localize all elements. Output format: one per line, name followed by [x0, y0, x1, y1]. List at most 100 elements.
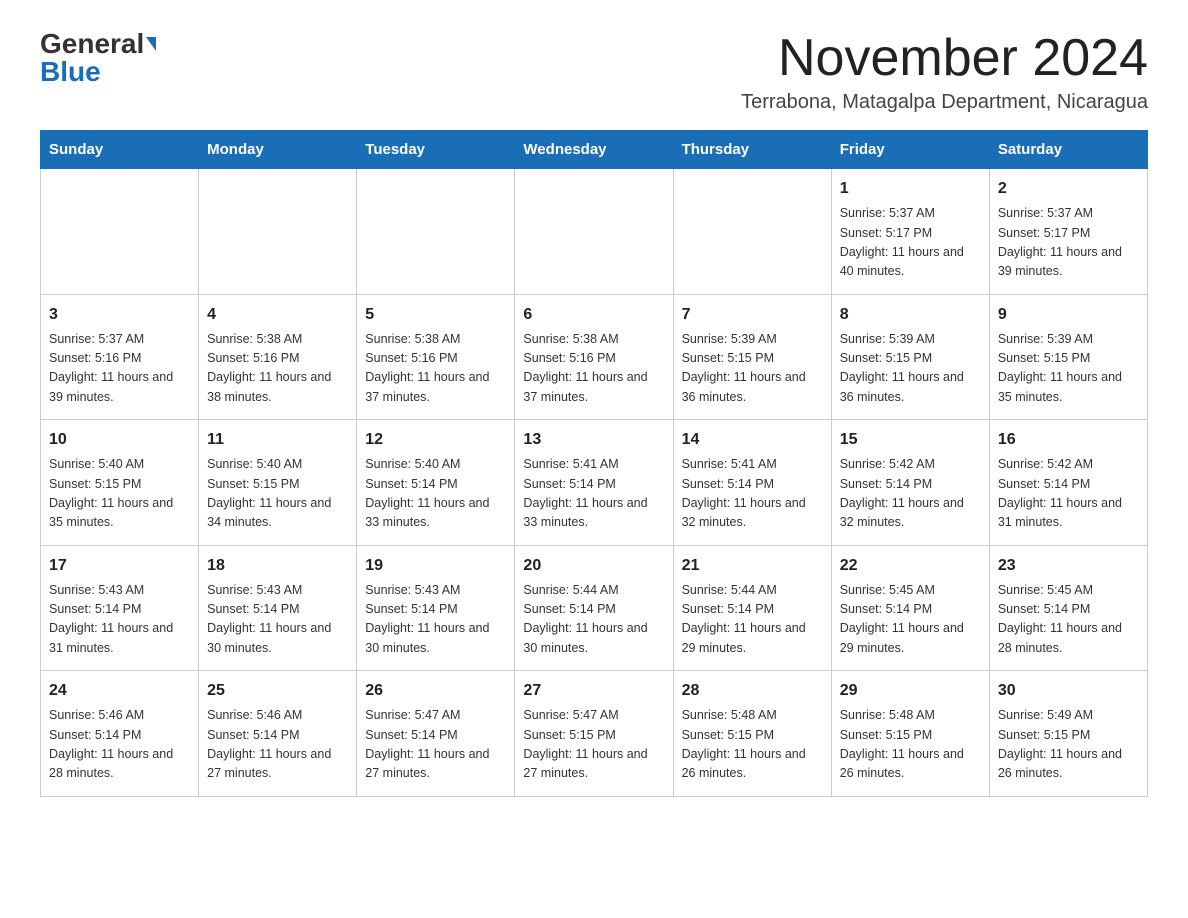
- calendar-cell: 22 Sunrise: 5:45 AMSunset: 5:14 PMDayligh…: [831, 545, 989, 671]
- day-info: Sunrise: 5:38 AMSunset: 5:16 PMDaylight:…: [365, 330, 506, 408]
- day-info: Sunrise: 5:40 AMSunset: 5:15 PMDaylight:…: [207, 455, 348, 533]
- day-number: 15: [840, 428, 981, 452]
- weekday-header-friday: Friday: [831, 131, 989, 169]
- day-number: 17: [49, 554, 190, 578]
- calendar-cell: 27 Sunrise: 5:47 AMSunset: 5:15 PMDayligh…: [515, 671, 673, 797]
- calendar-cell: 4 Sunrise: 5:38 AMSunset: 5:16 PMDaylight…: [199, 294, 357, 420]
- calendar-cell: 21 Sunrise: 5:44 AMSunset: 5:14 PMDayligh…: [673, 545, 831, 671]
- day-info: Sunrise: 5:44 AMSunset: 5:14 PMDaylight:…: [682, 581, 823, 659]
- day-info: Sunrise: 5:42 AMSunset: 5:14 PMDaylight:…: [840, 455, 981, 533]
- calendar-cell: 20 Sunrise: 5:44 AMSunset: 5:14 PMDayligh…: [515, 545, 673, 671]
- calendar-cell: 26Sunrise: 5:47 AMSunset: 5:14 PMDayligh…: [357, 671, 515, 797]
- location-subtitle: Terrabona, Matagalpa Department, Nicarag…: [741, 91, 1148, 114]
- calendar-body: 1 Sunrise: 5:37 AMSunset: 5:17 PMDaylight…: [41, 169, 1148, 797]
- day-info: Sunrise: 5:46 AMSunset: 5:14 PMDaylight:…: [207, 706, 348, 784]
- day-info: Sunrise: 5:49 AMSunset: 5:15 PMDaylight:…: [998, 706, 1139, 784]
- day-number: 4: [207, 303, 348, 327]
- calendar-cell: 1 Sunrise: 5:37 AMSunset: 5:17 PMDaylight…: [831, 169, 989, 295]
- calendar-cell: 15 Sunrise: 5:42 AMSunset: 5:14 PMDayligh…: [831, 420, 989, 546]
- day-number: 22: [840, 554, 981, 578]
- logo-general: General: [40, 30, 144, 58]
- calendar-cell: 2Sunrise: 5:37 AMSunset: 5:17 PMDaylight…: [989, 169, 1147, 295]
- calendar-cell: 13 Sunrise: 5:41 AMSunset: 5:14 PMDayligh…: [515, 420, 673, 546]
- calendar-cell: 16 Sunrise: 5:42 AMSunset: 5:14 PMDayligh…: [989, 420, 1147, 546]
- day-info: Sunrise: 5:47 AMSunset: 5:15 PMDaylight:…: [523, 706, 664, 784]
- day-info: Sunrise: 5:42 AMSunset: 5:14 PMDaylight:…: [998, 455, 1139, 533]
- calendar-week-row: 3Sunrise: 5:37 AMSunset: 5:16 PMDaylight…: [41, 294, 1148, 420]
- weekday-header-saturday: Saturday: [989, 131, 1147, 169]
- weekday-header-thursday: Thursday: [673, 131, 831, 169]
- calendar-cell: 23Sunrise: 5:45 AMSunset: 5:14 PMDayligh…: [989, 545, 1147, 671]
- day-info: Sunrise: 5:41 AMSunset: 5:14 PMDaylight:…: [682, 455, 823, 533]
- day-info: Sunrise: 5:43 AMSunset: 5:14 PMDaylight:…: [365, 581, 506, 659]
- calendar-cell: 17 Sunrise: 5:43 AMSunset: 5:14 PMDayligh…: [41, 545, 199, 671]
- day-number: 13: [523, 428, 664, 452]
- day-number: 6: [523, 303, 664, 327]
- day-number: 26: [365, 679, 506, 703]
- calendar-cell: [357, 169, 515, 295]
- day-info: Sunrise: 5:37 AMSunset: 5:17 PMDaylight:…: [998, 204, 1139, 282]
- day-number: 16: [998, 428, 1139, 452]
- day-number: 5: [365, 303, 506, 327]
- day-number: 8: [840, 303, 981, 327]
- day-number: 1: [840, 177, 981, 201]
- calendar-cell: 6 Sunrise: 5:38 AMSunset: 5:16 PMDaylight…: [515, 294, 673, 420]
- day-info: Sunrise: 5:40 AMSunset: 5:14 PMDaylight:…: [365, 455, 506, 533]
- day-info: Sunrise: 5:37 AMSunset: 5:17 PMDaylight:…: [840, 204, 981, 282]
- day-number: 18: [207, 554, 348, 578]
- day-info: Sunrise: 5:39 AMSunset: 5:15 PMDaylight:…: [998, 330, 1139, 408]
- day-number: 27: [523, 679, 664, 703]
- calendar-cell: 19Sunrise: 5:43 AMSunset: 5:14 PMDayligh…: [357, 545, 515, 671]
- weekday-header-tuesday: Tuesday: [357, 131, 515, 169]
- calendar-cell: 8 Sunrise: 5:39 AMSunset: 5:15 PMDaylight…: [831, 294, 989, 420]
- calendar-cell: 18 Sunrise: 5:43 AMSunset: 5:14 PMDayligh…: [199, 545, 357, 671]
- day-info: Sunrise: 5:40 AMSunset: 5:15 PMDaylight:…: [49, 455, 190, 533]
- day-number: 20: [523, 554, 664, 578]
- calendar-cell: 24Sunrise: 5:46 AMSunset: 5:14 PMDayligh…: [41, 671, 199, 797]
- calendar-table: SundayMondayTuesdayWednesdayThursdayFrid…: [40, 130, 1148, 797]
- day-info: Sunrise: 5:46 AMSunset: 5:14 PMDaylight:…: [49, 706, 190, 784]
- day-number: 11: [207, 428, 348, 452]
- day-number: 7: [682, 303, 823, 327]
- weekday-header-wednesday: Wednesday: [515, 131, 673, 169]
- day-info: Sunrise: 5:39 AMSunset: 5:15 PMDaylight:…: [682, 330, 823, 408]
- month-year-title: November 2024: [741, 30, 1148, 87]
- calendar-cell: 12 Sunrise: 5:40 AMSunset: 5:14 PMDayligh…: [357, 420, 515, 546]
- calendar-cell: 30Sunrise: 5:49 AMSunset: 5:15 PMDayligh…: [989, 671, 1147, 797]
- weekday-header-monday: Monday: [199, 131, 357, 169]
- logo-blue: Blue: [40, 56, 101, 87]
- calendar-week-row: 24Sunrise: 5:46 AMSunset: 5:14 PMDayligh…: [41, 671, 1148, 797]
- calendar-cell: 5 Sunrise: 5:38 AMSunset: 5:16 PMDaylight…: [357, 294, 515, 420]
- calendar-cell: 10 Sunrise: 5:40 AMSunset: 5:15 PMDayligh…: [41, 420, 199, 546]
- calendar-cell: 29Sunrise: 5:48 AMSunset: 5:15 PMDayligh…: [831, 671, 989, 797]
- day-info: Sunrise: 5:38 AMSunset: 5:16 PMDaylight:…: [207, 330, 348, 408]
- day-info: Sunrise: 5:43 AMSunset: 5:14 PMDaylight:…: [207, 581, 348, 659]
- day-number: 9: [998, 303, 1139, 327]
- calendar-cell: [673, 169, 831, 295]
- day-info: Sunrise: 5:41 AMSunset: 5:14 PMDaylight:…: [523, 455, 664, 533]
- day-info: Sunrise: 5:38 AMSunset: 5:16 PMDaylight:…: [523, 330, 664, 408]
- day-number: 29: [840, 679, 981, 703]
- calendar-cell: 25Sunrise: 5:46 AMSunset: 5:14 PMDayligh…: [199, 671, 357, 797]
- calendar-cell: [41, 169, 199, 295]
- calendar-week-row: 17 Sunrise: 5:43 AMSunset: 5:14 PMDayligh…: [41, 545, 1148, 671]
- calendar-cell: [515, 169, 673, 295]
- day-info: Sunrise: 5:45 AMSunset: 5:14 PMDaylight:…: [840, 581, 981, 659]
- logo-triangle-icon: [146, 37, 156, 51]
- day-number: 10: [49, 428, 190, 452]
- day-info: Sunrise: 5:43 AMSunset: 5:14 PMDaylight:…: [49, 581, 190, 659]
- day-number: 21: [682, 554, 823, 578]
- day-info: Sunrise: 5:48 AMSunset: 5:15 PMDaylight:…: [682, 706, 823, 784]
- day-info: Sunrise: 5:44 AMSunset: 5:14 PMDaylight:…: [523, 581, 664, 659]
- day-number: 3: [49, 303, 190, 327]
- day-number: 23: [998, 554, 1139, 578]
- calendar-cell: 11 Sunrise: 5:40 AMSunset: 5:15 PMDayligh…: [199, 420, 357, 546]
- weekday-header-sunday: Sunday: [41, 131, 199, 169]
- calendar-week-row: 10 Sunrise: 5:40 AMSunset: 5:15 PMDayligh…: [41, 420, 1148, 546]
- title-block: November 2024 Terrabona, Matagalpa Depar…: [741, 30, 1148, 114]
- logo: General Blue: [40, 30, 156, 86]
- day-number: 12: [365, 428, 506, 452]
- day-info: Sunrise: 5:39 AMSunset: 5:15 PMDaylight:…: [840, 330, 981, 408]
- calendar-cell: 3Sunrise: 5:37 AMSunset: 5:16 PMDaylight…: [41, 294, 199, 420]
- weekday-header-row: SundayMondayTuesdayWednesdayThursdayFrid…: [41, 131, 1148, 169]
